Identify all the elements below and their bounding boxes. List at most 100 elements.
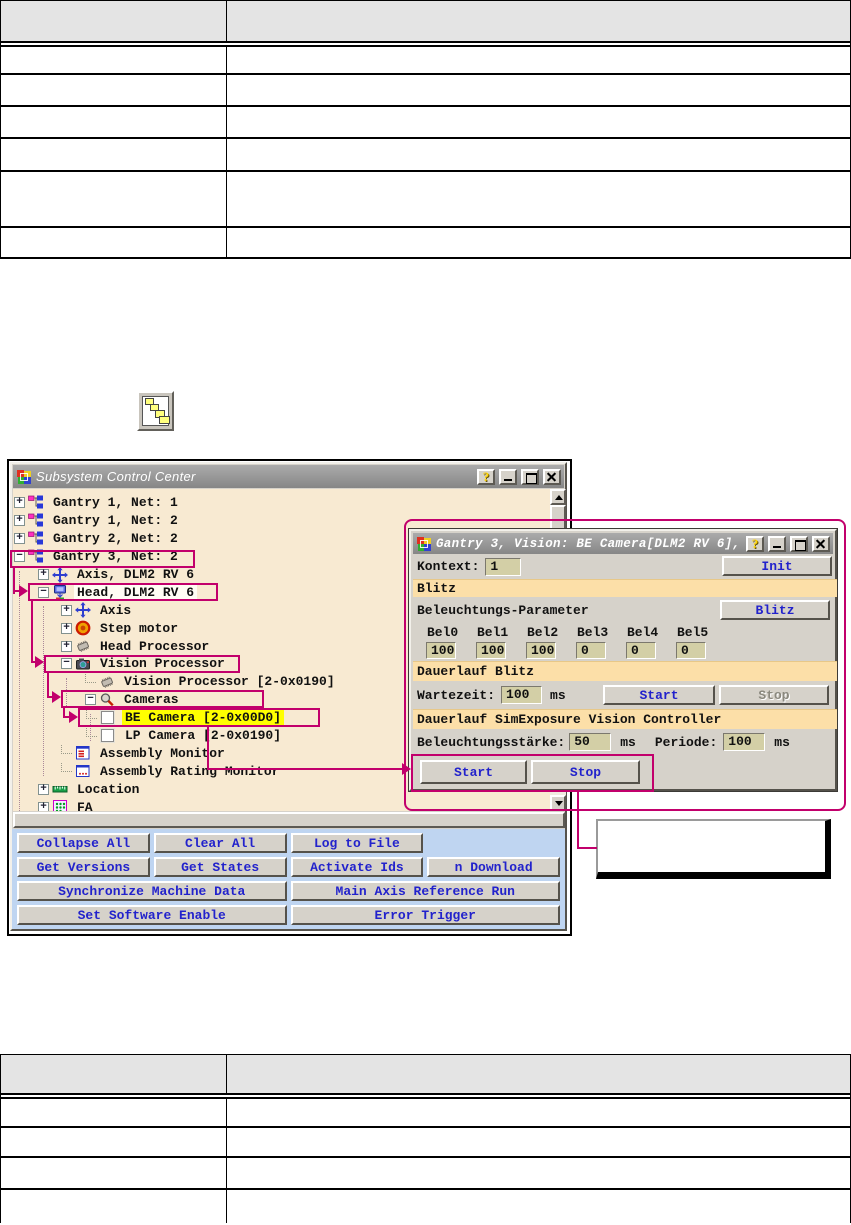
bel4-field[interactable]: 0 — [626, 642, 656, 659]
scroll-down-button[interactable] — [550, 795, 566, 811]
section-dauerlauf-blitz: Dauerlauf Blitz — [413, 661, 837, 681]
chip-icon — [75, 638, 91, 654]
horizontal-scrollbar[interactable] — [13, 812, 565, 828]
maximize-button[interactable] — [790, 536, 808, 552]
dialog-titlebar[interactable]: Gantry 3, Vision: BE Camera[DLM2 RV 6], … — [413, 533, 833, 554]
sim-start-button[interactable]: Start — [420, 760, 527, 784]
bel0-label: Bel0 — [427, 625, 457, 640]
dauerlauf-stop-button[interactable]: Stop — [719, 685, 829, 705]
get-states-button[interactable]: Get States — [154, 857, 287, 877]
expand-toggle-icon[interactable]: + — [38, 784, 49, 795]
table-row — [1, 1128, 850, 1158]
beleuchtungs-parameter-label: Beleuchtungs-Parameter — [417, 603, 589, 618]
section-blitz-label: Blitz — [417, 581, 456, 596]
collapse-toggle-icon[interactable]: − — [14, 551, 25, 562]
bel5-label: Bel5 — [677, 625, 707, 640]
tree-item-gantry-1-net-1[interactable]: +Gantry 1, Net: 1 — [13, 494, 550, 512]
table-row — [1, 1158, 850, 1190]
top-table — [0, 0, 851, 259]
section-blitz: Blitz — [413, 579, 837, 597]
expand-toggle-icon[interactable]: + — [14, 497, 25, 508]
collapse-toggle-icon[interactable]: − — [38, 587, 49, 598]
bel4-label: Bel4 — [627, 625, 657, 640]
expand-toggle-icon[interactable]: + — [61, 623, 72, 634]
app-icon — [16, 469, 32, 485]
tree-item-label: Vision Processor [2-0x0190] — [121, 674, 338, 689]
periode-field[interactable]: 100 — [723, 733, 765, 751]
collapse-all-button[interactable]: Collapse All — [17, 833, 150, 853]
tree-connector — [61, 763, 72, 772]
scroll-up-button[interactable] — [550, 489, 566, 505]
set-software-enable-button[interactable]: Set Software Enable — [17, 905, 287, 925]
expand-toggle-icon[interactable]: + — [61, 641, 72, 652]
beleuchtungsstaerke-row: Beleuchtungsstärke: 50 ms Periode: 100 m… — [413, 729, 837, 755]
get-versions-button[interactable]: Get Versions — [17, 857, 150, 877]
bel-labels-row: Bel0Bel1Bel2Bel3Bel4Bel5 — [413, 624, 837, 640]
table-cell — [1, 1158, 227, 1188]
clear-all-button[interactable]: Clear All — [154, 833, 287, 853]
minimize-button[interactable] — [499, 469, 517, 485]
expand-toggle-icon[interactable]: + — [14, 533, 25, 544]
main-axis-reference-run-button[interactable]: Main Axis Reference Run — [291, 881, 561, 901]
n-download-button[interactable]: n Download — [427, 857, 560, 877]
expand-toggle-icon[interactable]: + — [61, 605, 72, 616]
help-button[interactable]: ? — [477, 469, 495, 485]
expand-toggle-icon[interactable]: + — [38, 569, 49, 580]
log-to-file-button[interactable]: Log to File — [291, 833, 424, 853]
help-button[interactable]: ? — [746, 536, 764, 552]
blitz-button[interactable]: Blitz — [720, 600, 830, 620]
table-cell — [227, 75, 850, 105]
collapse-toggle-icon[interactable]: − — [61, 658, 72, 669]
table-cell — [1, 172, 227, 226]
table-header-cell — [227, 1, 850, 41]
bel3-field[interactable]: 0 — [576, 642, 606, 659]
table-row — [1, 75, 850, 107]
periode-label: Periode: — [655, 735, 717, 750]
table-header-row — [1, 1054, 850, 1093]
sim-stop-button[interactable]: Stop — [531, 760, 640, 784]
chip-icon — [99, 674, 115, 690]
gantry-icon — [28, 495, 44, 511]
tree-connector — [61, 745, 72, 754]
table-cell — [227, 107, 850, 137]
close-button[interactable] — [543, 469, 561, 485]
bel0-field[interactable]: 100 — [426, 642, 456, 659]
maximize-button[interactable] — [521, 469, 539, 485]
expand-toggle-icon[interactable]: + — [38, 802, 49, 811]
tree-item-label: Gantry 2, Net: 2 — [50, 531, 181, 546]
tree-item-label: LP Camera [2-0x0190] — [122, 728, 284, 743]
table-header-row — [1, 0, 850, 41]
bel1-field[interactable]: 100 — [476, 642, 506, 659]
arrow-up-icon — [555, 495, 563, 500]
activate-ids-button[interactable]: Activate Ids — [291, 857, 424, 877]
kontext-field[interactable]: 1 — [485, 558, 521, 576]
empty-callout-box — [596, 819, 831, 879]
expand-toggle-icon[interactable]: + — [14, 515, 25, 526]
synchronize-machine-data-button[interactable]: Synchronize Machine Data — [17, 881, 287, 901]
dauerlauf-start-button[interactable]: Start — [603, 685, 715, 705]
checkbox-icon — [100, 710, 116, 726]
tree-item-label: Head Processor — [97, 639, 212, 654]
bel2-field[interactable]: 100 — [526, 642, 556, 659]
bel5-field[interactable]: 0 — [676, 642, 706, 659]
table-cell — [227, 47, 850, 73]
table-cell — [227, 1190, 850, 1223]
table-cell — [1, 1190, 227, 1223]
close-button[interactable] — [812, 536, 830, 552]
tree-item-gantry-1-net-2[interactable]: +Gantry 1, Net: 2 — [13, 512, 550, 530]
init-button[interactable]: Init — [722, 556, 832, 576]
table-cell — [1, 75, 227, 105]
tree-item-label: Axis — [97, 603, 134, 618]
minimize-button[interactable] — [768, 536, 786, 552]
wartezeit-field[interactable]: 100 — [501, 686, 542, 704]
tree-item-fa[interactable]: +FA — [13, 798, 550, 811]
subsystem-titlebar[interactable]: Subsystem Control Center ? — [13, 465, 564, 488]
head-icon — [52, 584, 68, 600]
table-cell — [1, 1099, 227, 1126]
table-row — [1, 107, 850, 139]
annotation-line — [577, 792, 579, 849]
error-trigger-button[interactable]: Error Trigger — [291, 905, 561, 925]
collapse-toggle-icon[interactable]: − — [85, 694, 96, 705]
tree-item-label: Axis, DLM2 RV 6 — [74, 567, 197, 582]
beleuchtungsstaerke-field[interactable]: 50 — [569, 733, 611, 751]
